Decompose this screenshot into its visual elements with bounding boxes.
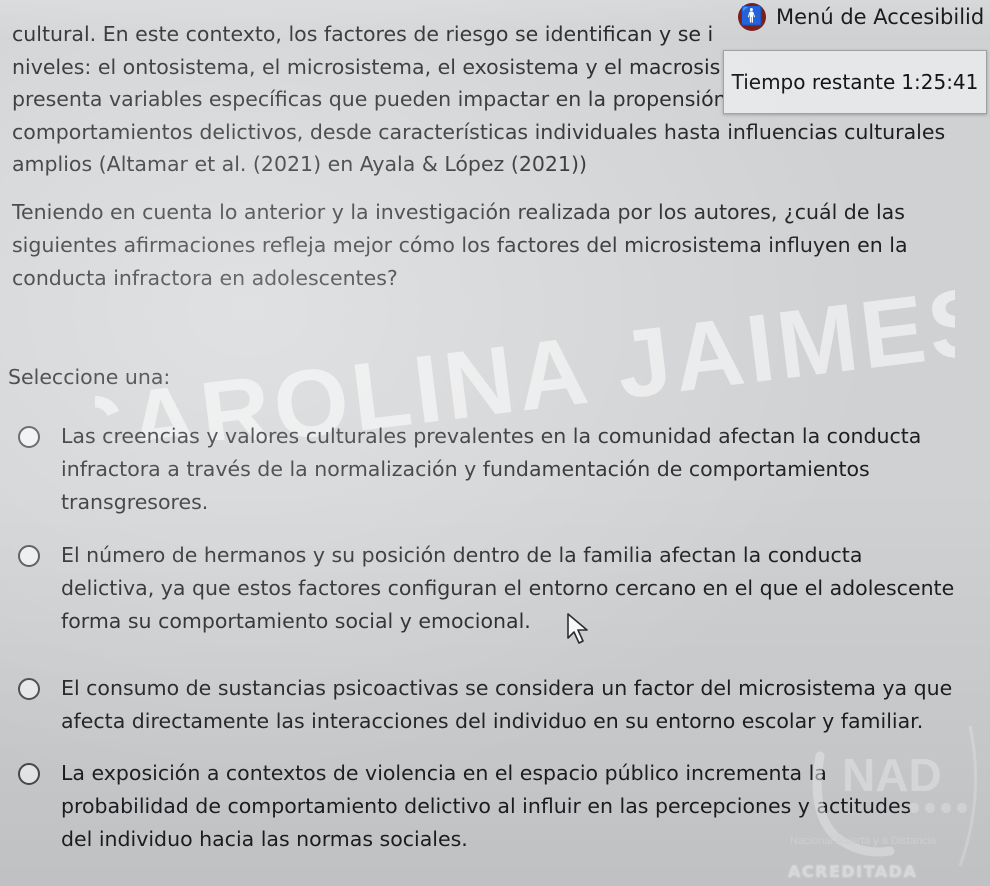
accessibility-menu-label: Menú de Accesibilid — [776, 5, 985, 29]
question-line: Teniendo en cuenta lo anterior y la inve… — [12, 200, 905, 224]
radio-button[interactable] — [18, 678, 40, 700]
answer-option-text[interactable]: El consumo de sustancias psicoactivas se… — [61, 672, 952, 738]
option-line: El número de hermanos y su posición dent… — [61, 543, 863, 567]
answer-option-text[interactable]: Las creencias y valores culturales preva… — [61, 420, 921, 519]
option-line: forma su comportamiento social y emocion… — [61, 609, 531, 633]
answer-option-c[interactable]: El consumo de sustancias psicoactivas se… — [18, 672, 973, 738]
name-watermark: CAROLINA JAIMES — [95, 290, 955, 440]
timer-label: Tiempo restante — [731, 70, 896, 94]
question-line: conducta infractora en adolescentes? — [12, 266, 398, 290]
radio-button[interactable] — [18, 545, 40, 567]
accessibility-menu[interactable]: 🚹 Menú de Accesibilid — [738, 2, 990, 32]
option-line: delictiva, ya que estos factores configu… — [61, 576, 955, 600]
accessibility-person-icon: 🚹 — [738, 3, 766, 31]
option-line: infractora a través de la normalización … — [61, 457, 870, 481]
question-text: Teniendo en cuenta lo anterior y la inve… — [12, 196, 972, 295]
time-remaining-box: Tiempo restante 1:25:41 — [723, 50, 987, 114]
answer-option-b[interactable]: El número de hermanos y su posición dent… — [18, 539, 973, 638]
timer-value: 1:25:41 — [901, 70, 979, 94]
answer-option-d[interactable]: La exposición a contextos de violencia e… — [18, 757, 973, 856]
option-line: La exposición a contextos de violencia e… — [61, 761, 827, 785]
option-line: probabilidad de comportamiento delictivo… — [61, 794, 912, 818]
option-line: Las creencias y valores culturales preva… — [61, 424, 922, 448]
radio-button[interactable] — [18, 426, 40, 448]
watermark-text: CAROLINA JAIMES — [95, 290, 955, 440]
context-line: comportamientos delictivos, desde caract… — [12, 119, 946, 144]
accredited-badge: ACREDITADA — [788, 862, 918, 881]
option-line: transgresores. — [61, 490, 209, 514]
select-one-label: Seleccione una: — [8, 365, 171, 389]
radio-button[interactable] — [18, 763, 40, 785]
answer-option-text[interactable]: La exposición a contextos de violencia e… — [61, 757, 911, 856]
question-line: siguientes afirmaciones refleja mejor có… — [12, 233, 908, 257]
option-line: El consumo de sustancias psicoactivas se… — [61, 676, 953, 700]
context-line: amplios (Altamar et al. (2021) en Ayala … — [12, 152, 588, 176]
answer-option-a[interactable]: Las creencias y valores culturales preva… — [18, 420, 973, 519]
option-line: afecta directamente las interacciones de… — [61, 709, 924, 733]
answer-option-text[interactable]: El número de hermanos y su posición dent… — [61, 539, 954, 638]
option-line: del individuo hacia las normas sociales. — [61, 827, 468, 851]
